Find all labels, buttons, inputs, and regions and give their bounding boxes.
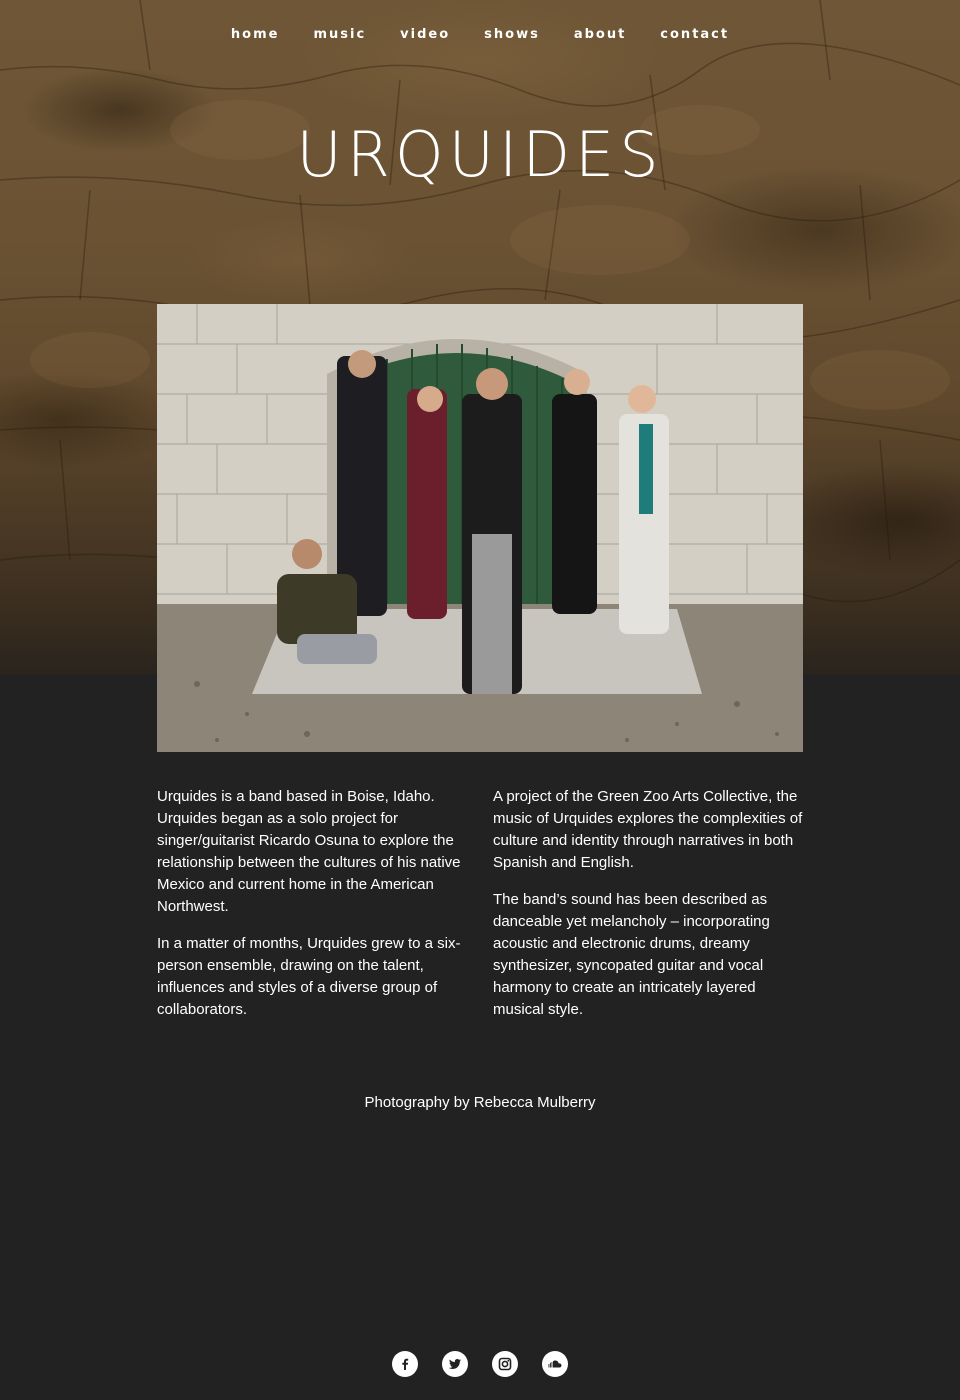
instagram-link[interactable] bbox=[492, 1351, 518, 1377]
facebook-icon bbox=[402, 1358, 409, 1370]
social-links bbox=[0, 1351, 960, 1377]
twitter-icon bbox=[448, 1359, 461, 1369]
nav-item-video[interactable]: video bbox=[383, 26, 467, 44]
about-paragraph: Urquides is a band based in Boise, Idaho… bbox=[157, 788, 461, 915]
soundcloud-icon bbox=[548, 1360, 562, 1368]
band-photo-illustration bbox=[157, 304, 803, 752]
about-section: Urquides is a band based in Boise, Idaho… bbox=[157, 786, 803, 1036]
about-paragraph: In a matter of months, Urquides grew to … bbox=[157, 935, 461, 1018]
facebook-link[interactable] bbox=[392, 1351, 418, 1377]
about-paragraph: The band’s sound has been described as d… bbox=[493, 891, 770, 1018]
twitter-link[interactable] bbox=[442, 1351, 468, 1377]
nav-item-music[interactable]: music bbox=[296, 26, 383, 44]
about-paragraph: A project of the Green Zoo Arts Collecti… bbox=[493, 788, 803, 871]
nav-item-home[interactable]: home bbox=[214, 26, 297, 44]
site-title[interactable]: URQUIDES bbox=[0, 118, 960, 192]
band-photo bbox=[157, 304, 803, 752]
soundcloud-link[interactable] bbox=[542, 1351, 568, 1377]
photo-credit: Photography by Rebecca Mulberry bbox=[364, 1094, 596, 1111]
nav-item-shows[interactable]: shows bbox=[467, 26, 557, 44]
about-column-right: A project of the Green Zoo Arts Collecti… bbox=[493, 786, 803, 1036]
nav-item-about[interactable]: about bbox=[557, 26, 643, 44]
instagram-icon bbox=[498, 1357, 512, 1371]
nav-item-contact[interactable]: contact bbox=[643, 26, 746, 44]
about-column-left: Urquides is a band based in Boise, Idaho… bbox=[157, 786, 467, 1036]
main-nav: home music video shows about contact bbox=[0, 26, 960, 44]
